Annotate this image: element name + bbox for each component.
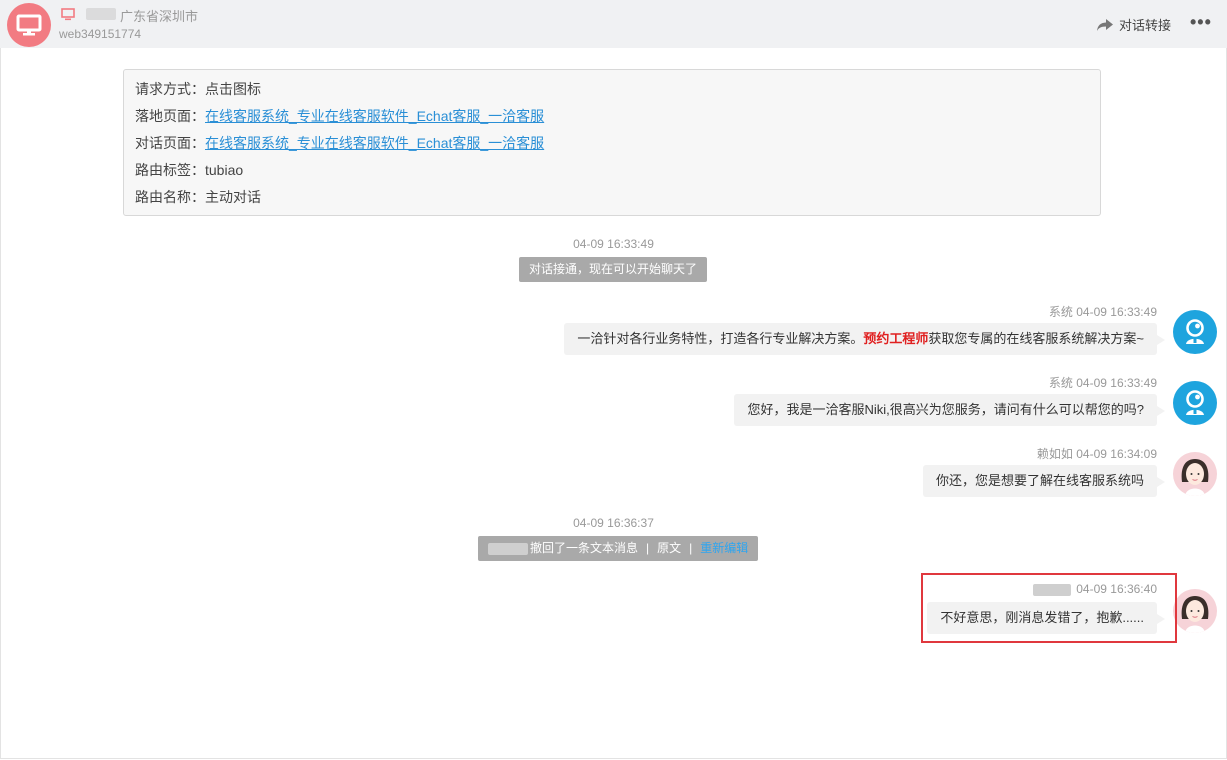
separator: | <box>689 541 693 555</box>
female-agent-icon <box>1181 596 1209 633</box>
masked-visitor-name <box>86 8 116 20</box>
chat-header: 广东省深圳市 web349151774 对话转接 ••• <box>0 0 1227 48</box>
landing-page-link[interactable]: 在线客服系统_专业在线客服软件_Echat客服_一洽客服 <box>205 108 544 124</box>
re-edit-link[interactable]: 重新编辑 <box>700 541 748 555</box>
message-meta: 赖如如 04-09 16:34:09 <box>1037 445 1157 462</box>
book-engineer-link[interactable]: 预约工程师 <box>863 331 928 346</box>
info-label: 路由标签： <box>135 162 205 178</box>
info-label: 对话页面： <box>135 135 205 151</box>
message-time: 04-09 16:33:49 <box>1076 376 1157 390</box>
info-value: 主动对话 <box>205 189 261 205</box>
female-agent-icon <box>1181 459 1209 496</box>
message-time: 04-09 16:34:09 <box>1076 447 1157 461</box>
sender-name: 系统 <box>1048 376 1073 390</box>
agent-avatar <box>1173 589 1217 633</box>
masked-agent-name <box>488 542 528 555</box>
chat-page-link[interactable]: 在线客服系统_专业在线客服软件_Echat客服_一洽客服 <box>205 135 544 151</box>
message-meta: 系统 04-09 16:33:49 <box>1049 303 1157 320</box>
share-arrow-icon <box>1097 18 1113 31</box>
message-text: 获取您专属的在线客服系统解决方案~ <box>928 331 1144 346</box>
recall-text: 撤回了一条文本消息 <box>530 541 639 555</box>
chat-connected-notice: 对话接通，现在可以开始聊天了 <box>519 257 708 282</box>
robot-icon <box>1186 319 1204 344</box>
device-monitor-icon <box>61 8 75 26</box>
info-value: tubiao <box>205 162 244 178</box>
separator: | <box>646 541 650 555</box>
system-avatar <box>1173 310 1217 354</box>
info-value: 点击图标 <box>205 81 261 97</box>
message-bubble: 一洽针对各行业务特性，打造各行专业解决方案。预约工程师获取您专属的在线客服系统解… <box>564 323 1165 355</box>
visitor-id: web349151774 <box>59 27 142 41</box>
info-label: 落地页面： <box>135 108 205 124</box>
message-bubble: 您好，我是一洽客服Niki,很高兴为您服务，请问有什么可以帮您的吗? <box>734 394 1165 426</box>
session-info-card: 请求方式：点击图标 落地页面：在线客服系统_专业在线客服软件_Echat客服_一… <box>123 69 1101 216</box>
view-original-link[interactable]: 原文 <box>657 541 681 555</box>
sender-name: 赖如如 <box>1036 447 1073 461</box>
visitor-location: 广东省深圳市 <box>120 9 199 24</box>
message-meta: 系统 04-09 16:33:49 <box>1049 374 1157 391</box>
message-bubble: 你还，您是想要了解在线客服系统吗 <box>922 465 1166 497</box>
agent-avatar <box>1173 452 1217 496</box>
annotation-highlight-box <box>921 573 1177 643</box>
monitor-icon <box>16 14 42 36</box>
message-text: 您好，我是一洽客服Niki,很高兴为您服务，请问有什么可以帮您的吗? <box>747 402 1144 417</box>
message-time: 04-09 16:33:49 <box>1076 305 1157 319</box>
info-row-landing-page: 落地页面：在线客服系统_专业在线客服软件_Echat客服_一洽客服 <box>135 106 1089 133</box>
sender-name: 系统 <box>1048 305 1073 319</box>
system-avatar <box>1173 381 1217 425</box>
transfer-chat-button[interactable]: 对话转接 <box>1096 15 1171 34</box>
more-options-button[interactable]: ••• <box>1190 12 1212 33</box>
info-row-route-tag: 路由标签：tubiao <box>135 160 1089 187</box>
info-label: 路由名称： <box>135 189 205 205</box>
message-text: 一洽针对各行业务特性，打造各行专业解决方案。 <box>577 331 864 346</box>
message-text: 你还，您是想要了解在线客服系统吗 <box>935 473 1144 488</box>
notice-timestamp: 04-09 16:33:49 <box>573 237 654 251</box>
notice-timestamp: 04-09 16:36:37 <box>573 516 654 530</box>
message-recalled-notice: 撤回了一条文本消息 | 原文 | 重新编辑 <box>478 536 759 561</box>
info-row-request-method: 请求方式：点击图标 <box>135 79 1089 106</box>
info-row-route-name: 路由名称：主动对话 <box>135 187 1089 214</box>
robot-icon <box>1186 390 1204 415</box>
info-label: 请求方式： <box>135 81 205 97</box>
transfer-label: 对话转接 <box>1119 18 1172 33</box>
info-row-chat-page: 对话页面：在线客服系统_专业在线客服软件_Echat客服_一洽客服 <box>135 133 1089 160</box>
visitor-avatar[interactable] <box>7 3 51 47</box>
